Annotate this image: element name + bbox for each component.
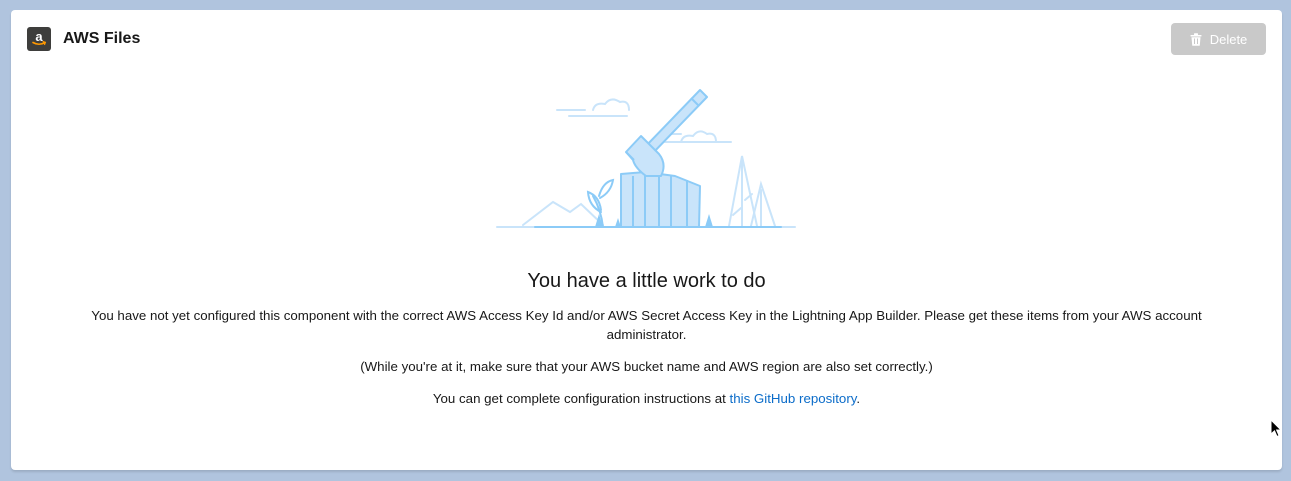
instructions-message: You can get complete configuration instr… xyxy=(71,389,1222,408)
axe-in-stump-illustration xyxy=(496,89,796,228)
github-repository-link[interactable]: this GitHub repository xyxy=(730,391,857,406)
instructions-prefix: You can get complete configuration instr… xyxy=(432,391,730,406)
delete-button-label: Delete xyxy=(1209,31,1248,47)
empty-state-title: You have a little work to do xyxy=(527,270,766,292)
trash-icon xyxy=(1190,32,1202,46)
card-title: AWS Files xyxy=(63,30,141,47)
instructions-suffix: . xyxy=(856,391,861,406)
aws-files-card: a AWS Files Delete You have a little wor… xyxy=(11,10,1282,470)
amazon-logo-icon: a xyxy=(27,27,51,51)
config-message: You have not yet configured this compone… xyxy=(91,308,1202,342)
bucket-region-message: (While you're at it, make sure that your… xyxy=(360,359,933,374)
delete-button[interactable]: Delete xyxy=(1171,23,1266,55)
card-header: a AWS Files Delete xyxy=(11,10,1282,66)
mouse-cursor-icon xyxy=(1270,419,1283,438)
svg-text:a: a xyxy=(35,30,43,44)
